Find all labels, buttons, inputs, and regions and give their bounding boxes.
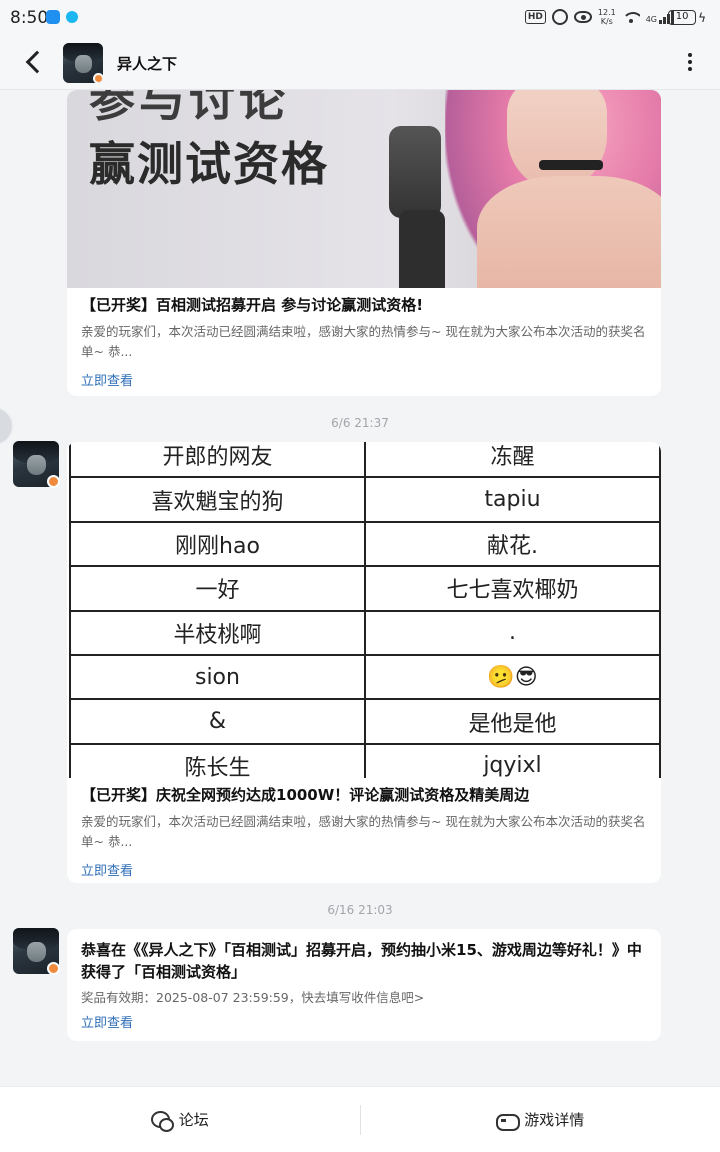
table-cell: tapiu bbox=[363, 476, 661, 523]
table-cell: & bbox=[69, 698, 366, 745]
table-row: 喜欢魈宝的狗 tapiu bbox=[69, 476, 661, 523]
net-speed: 12.1 K/s bbox=[598, 8, 616, 26]
table-cell: sion bbox=[69, 653, 366, 701]
status-time: 8:50 bbox=[10, 8, 49, 28]
table-cell: 刚刚hao bbox=[69, 520, 366, 568]
table-cell: 是他是他 bbox=[363, 698, 661, 745]
eye-comfort-icon bbox=[573, 11, 592, 23]
timestamp: 6/16 21:03 bbox=[327, 903, 393, 917]
table-cell: 开郎的网友 bbox=[69, 442, 366, 479]
table-cell: 喜欢魈宝的狗 bbox=[69, 476, 366, 523]
view-now-link[interactable]: 立即查看 bbox=[67, 370, 147, 389]
more-options-button[interactable] bbox=[684, 50, 696, 74]
forum-label: 论坛 bbox=[178, 1111, 209, 1129]
game-avatar[interactable] bbox=[63, 43, 103, 83]
view-now-link[interactable]: 立即查看 bbox=[67, 860, 147, 879]
battery-level: 10 bbox=[668, 10, 697, 25]
table-row: 陈长生 jqyixl bbox=[69, 742, 661, 778]
winner-list-image: 开郎的网友 冻醒 喜欢魈宝的狗 tapiu 刚刚hao 献花. 一好 七七喜欢椰奶 半枝… bbox=[67, 442, 661, 778]
card-description: 亲爱的玩家们，本次活动已经圆满结束啦，感谢大家的热情参与~ 现在就为大家公布本次… bbox=[81, 814, 646, 849]
game-details-label: 游戏详情 bbox=[524, 1111, 585, 1129]
wifi-icon bbox=[621, 10, 640, 24]
notification-app-icon-2 bbox=[66, 11, 78, 23]
sender-avatar[interactable] bbox=[13, 928, 60, 975]
table-cell: 一好 bbox=[69, 565, 366, 612]
page-title: 异人之下 bbox=[117, 55, 178, 73]
table-row: sion 🫤😎 bbox=[69, 653, 661, 701]
message-card[interactable]: 恭喜在《《异人之下》「百相测试」招募开启，预约抽小米15、游戏周边等好礼！》中获… bbox=[67, 929, 661, 1041]
message-card[interactable]: 参与讨论 赢测试资格 【已开奖】百相测试招募开启 参与讨论赢测试资格! 亲爱的玩… bbox=[67, 90, 661, 396]
sender-avatar[interactable] bbox=[13, 441, 60, 488]
table-cell: . bbox=[363, 609, 661, 656]
table-row: 开郎的网友 冻醒 bbox=[69, 442, 661, 479]
banner-text-line2: 赢测试资格 bbox=[89, 137, 329, 191]
gamepad-icon bbox=[496, 1111, 521, 1131]
official-badge-icon bbox=[47, 475, 60, 488]
net-speed-unit: K/s bbox=[600, 17, 613, 26]
table-row: 半枝桃啊. bbox=[69, 609, 661, 656]
game-details-tab[interactable]: 游戏详情 bbox=[361, 1087, 720, 1152]
top-bar: 异人之下 bbox=[0, 36, 720, 90]
table-cell: 陈长生 bbox=[69, 742, 366, 778]
table-row: 一好 七七喜欢椰奶 bbox=[69, 565, 661, 612]
table-cell: 献花. bbox=[363, 520, 661, 568]
table-cell: 🫤😎 bbox=[363, 653, 661, 701]
net-speed-value: 12.1 bbox=[597, 8, 616, 17]
notification-app-icon bbox=[46, 10, 60, 24]
card-title: 【已开奖】百相测试招募开启 参与讨论赢测试资格! bbox=[81, 296, 424, 314]
message-card[interactable]: 开郎的网友 冻醒 喜欢魈宝的狗 tapiu 刚刚hao 献花. 一好 七七喜欢椰奶 半枝… bbox=[67, 442, 661, 883]
bottom-nav: 论坛 游戏详情 bbox=[0, 1086, 720, 1152]
banner-text-line1: 参与讨论 bbox=[89, 90, 289, 127]
table-row: & 是他是他 bbox=[69, 698, 661, 745]
message-list[interactable]: 参与讨论 赢测试资格 【已开奖】百相测试招募开启 参与讨论赢测试资格! 亲爱的玩… bbox=[0, 90, 720, 1086]
table-cell: 七七喜欢椰奶 bbox=[363, 565, 661, 612]
card-description: 亲爱的玩家们，本次活动已经圆满结束啦，感谢大家的热情参与~ 现在就为大家公布本次… bbox=[81, 324, 646, 359]
view-now-link[interactable]: 立即查看 bbox=[67, 1012, 147, 1031]
timestamp: 6/6 21:37 bbox=[331, 416, 389, 430]
banner-image: 参与讨论 赢测试资格 bbox=[67, 90, 661, 288]
status-bar: 8:50 HD 12.1 K/s 4G 10 ϟ bbox=[0, 0, 720, 36]
back-button[interactable] bbox=[20, 48, 48, 76]
prize-expiry[interactable]: 奖品有效期：2025-08-07 23:59:59，快去填写收件信息吧> bbox=[67, 987, 661, 1006]
charging-icon: ϟ bbox=[698, 10, 706, 25]
card-title: 【已开奖】庆祝全网预约达成1000W！评论赢测试资格及精美周边 bbox=[81, 786, 530, 804]
table-row: 刚刚hao 献花. bbox=[69, 520, 661, 568]
network-type: 4G bbox=[645, 15, 657, 24]
nfc-icon bbox=[551, 9, 568, 25]
table-cell: 冻醒 bbox=[363, 442, 661, 479]
hd-icon: HD bbox=[524, 10, 546, 24]
forum-tab[interactable]: 论坛 bbox=[0, 1087, 360, 1152]
chat-bubbles-icon bbox=[150, 1110, 174, 1132]
official-badge-icon bbox=[47, 962, 60, 975]
table-cell: 半枝桃啊 bbox=[69, 609, 366, 656]
winner-table: 开郎的网友 冻醒 喜欢魈宝的狗 tapiu 刚刚hao 献花. 一好 七七喜欢椰奶 半枝… bbox=[69, 442, 661, 778]
table-cell: jqyixl bbox=[363, 742, 661, 778]
status-icons: HD 12.1 K/s 4G bbox=[524, 8, 674, 26]
card-title: 恭喜在《《异人之下》「百相测试」招募开启，预约抽小米15、游戏周边等好礼！》中获… bbox=[81, 941, 642, 981]
official-badge-icon bbox=[93, 73, 103, 83]
battery-indicator: 10 ϟ bbox=[668, 10, 706, 25]
